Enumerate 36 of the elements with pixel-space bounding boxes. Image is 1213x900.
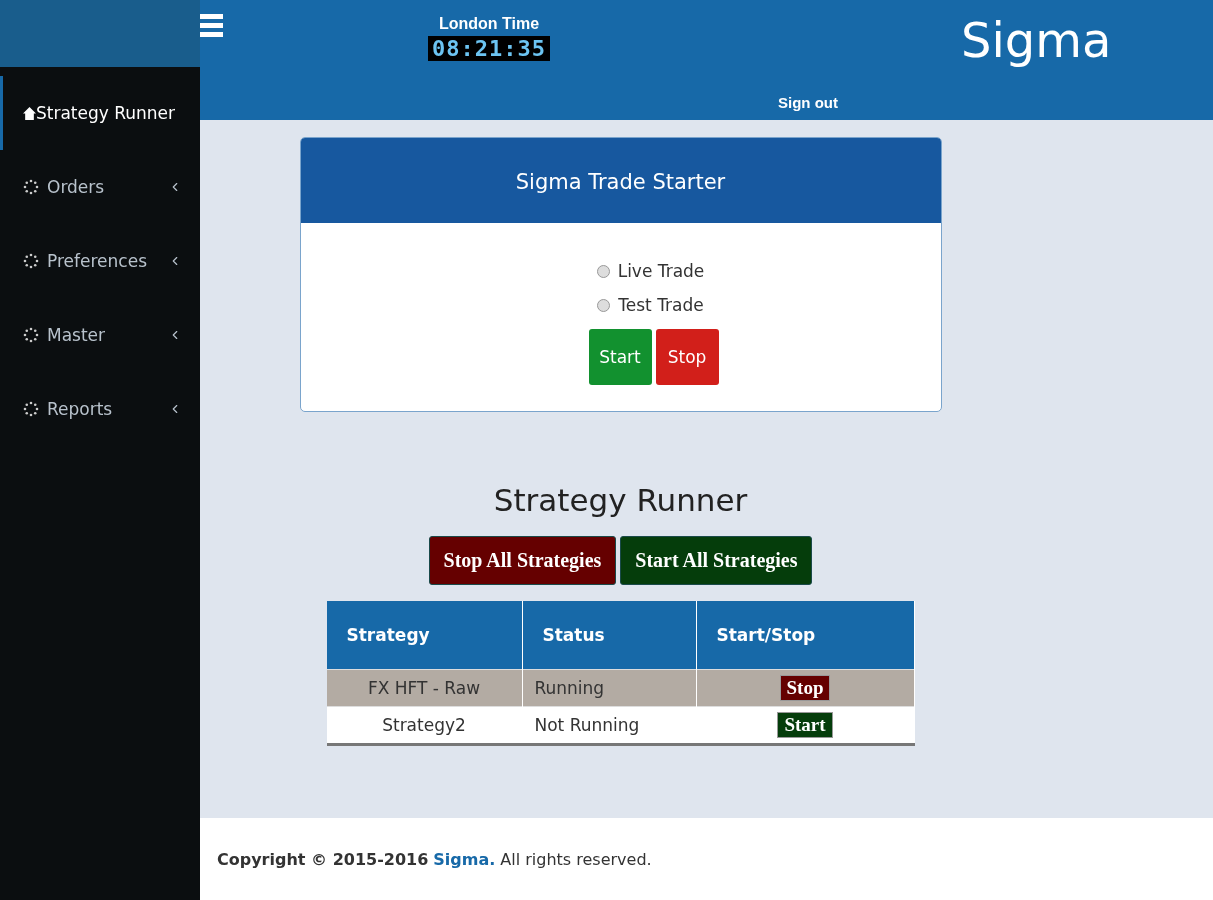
- stop-all-button[interactable]: Stop All Strategies: [428, 536, 617, 585]
- sidebar-item[interactable]: Preferences: [0, 224, 200, 298]
- section-title: Strategy Runner: [493, 482, 748, 518]
- sign-out-link[interactable]: Sign out: [778, 94, 838, 111]
- radio-label: Live Trade: [617, 261, 705, 281]
- sidebar-item[interactable]: Orders: [0, 150, 200, 224]
- digital-clock: 08:21:35: [428, 36, 550, 61]
- clock-label: London Time: [438, 15, 540, 33]
- spinner-icon: [23, 253, 39, 269]
- start-all-button[interactable]: Start All Strategies: [620, 536, 813, 585]
- stop-button[interactable]: Stop: [655, 329, 719, 385]
- stop-button[interactable]: Stop: [779, 675, 831, 701]
- start-button[interactable]: Start: [777, 712, 833, 738]
- radio-button[interactable]: [597, 298, 611, 312]
- copyright-text: Copyright © 2015-2016: [217, 849, 429, 869]
- spinner-icon: [23, 327, 39, 343]
- spinner-icon: [23, 401, 39, 417]
- sidebar-item[interactable]: Master: [0, 298, 200, 372]
- start-button[interactable]: Start: [588, 329, 652, 385]
- table-cell: Not Running: [522, 706, 696, 745]
- brand-title: Sigma: [961, 11, 1112, 70]
- column-header: Status: [522, 601, 696, 670]
- table-cell: Running: [522, 669, 696, 707]
- radio-button[interactable]: [596, 264, 610, 278]
- column-header: Strategy: [326, 601, 522, 670]
- table-cell: FX HFT - Raw: [326, 669, 522, 707]
- column-header: Start/Stop: [696, 601, 914, 670]
- rights-text: All rights reserved.: [500, 849, 652, 869]
- spinner-icon: [23, 179, 39, 195]
- brand-link[interactable]: Sigma.: [433, 849, 496, 869]
- table-cell: Strategy2: [326, 706, 522, 745]
- radio-label: Test Trade: [618, 295, 704, 315]
- sidebar-item[interactable]: Reports: [0, 372, 200, 446]
- card-title: Sigma Trade Starter: [300, 138, 941, 223]
- menu-icon[interactable]: [200, 12, 223, 40]
- home-icon: [23, 106, 36, 120]
